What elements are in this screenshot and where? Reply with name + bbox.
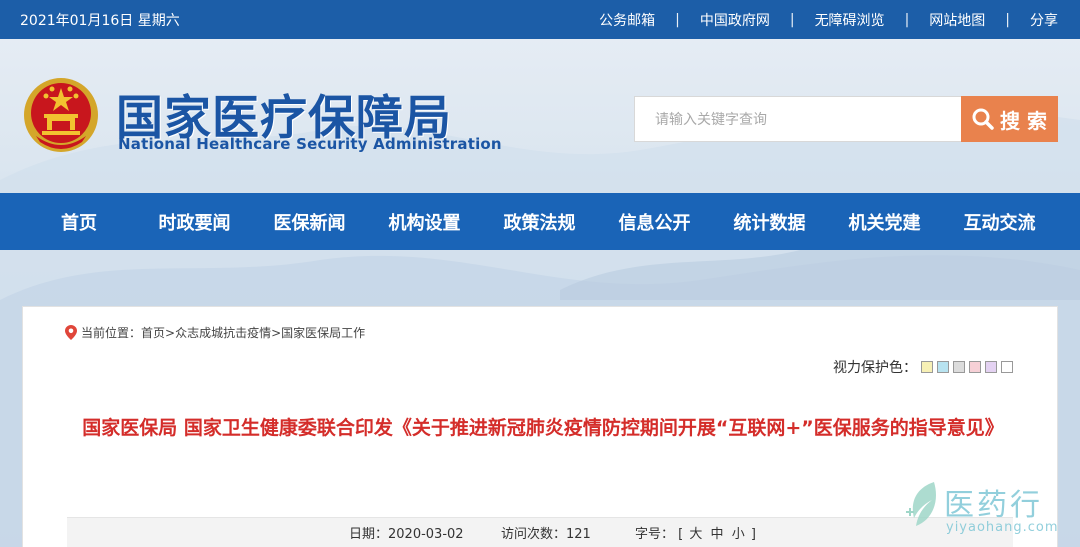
nav-politics[interactable]: 时政要闻 bbox=[137, 209, 252, 235]
current-date: 2021年01月16日 星期六 bbox=[20, 13, 180, 29]
swatch-white[interactable] bbox=[1001, 361, 1013, 373]
link-sitemap[interactable]: 网站地图 bbox=[929, 10, 985, 30]
bracket-close: ] bbox=[750, 527, 756, 542]
font-size-medium[interactable]: 中 bbox=[711, 527, 724, 542]
breadcrumb-home[interactable]: 首页 bbox=[141, 324, 165, 341]
watermark-cn: 医药行 bbox=[944, 488, 1043, 523]
visits-label: 访问次数： bbox=[501, 527, 567, 542]
watermark-en: yiyaohang.com bbox=[946, 520, 1059, 535]
meta-visits: 访问次数：121 bbox=[501, 523, 591, 542]
swatch-yellow[interactable] bbox=[921, 361, 933, 373]
meta-date: 日期：2020-03-02 bbox=[349, 523, 464, 542]
separator: | bbox=[789, 12, 795, 28]
watermark-leaf-icon bbox=[906, 480, 942, 534]
top-bar: 2021年01月16日 星期六 公务邮箱 | 中国政府网 | 无障碍浏览 | 网… bbox=[0, 0, 1080, 39]
breadcrumb-work[interactable]: 国家医保局工作 bbox=[281, 324, 365, 341]
breadcrumb: 当前位置： 首页 > 众志成城抗击疫情 > 国家医保局工作 bbox=[65, 324, 365, 341]
nav-home[interactable]: 首页 bbox=[22, 209, 137, 235]
nav-organization[interactable]: 机构设置 bbox=[367, 209, 482, 235]
separator: | bbox=[1005, 12, 1010, 28]
watermark: 医药行 yiyaohang.com bbox=[906, 478, 1066, 538]
nav-policy[interactable]: 政策法规 bbox=[482, 209, 597, 235]
breadcrumb-prefix: 当前位置： bbox=[81, 326, 142, 340]
nav-statistics[interactable]: 统计数据 bbox=[712, 209, 827, 235]
nav-disclosure[interactable]: 信息公开 bbox=[597, 209, 712, 235]
search-button[interactable]: 搜 索 bbox=[961, 96, 1058, 142]
article-card: 当前位置： 首页 > 众志成城抗击疫情 > 国家医保局工作 视力保护色： 国家医… bbox=[22, 306, 1058, 547]
font-size-large[interactable]: 大 bbox=[689, 527, 702, 542]
breadcrumb-separator: > bbox=[271, 325, 282, 340]
breadcrumb-covid[interactable]: 众志成城抗击疫情 bbox=[175, 324, 271, 341]
article-meta: 日期：2020-03-02 访问次数：121 字号： [ 大 中 小 ] bbox=[67, 517, 1013, 547]
swatch-purple[interactable] bbox=[985, 361, 997, 373]
swatch-pink[interactable] bbox=[969, 361, 981, 373]
article-title: 国家医保局 国家卫生健康委联合印发《关于推进新冠肺炎疫情防控期间开展“互联网+”… bbox=[82, 417, 1004, 439]
link-mail[interactable]: 公务邮箱 bbox=[599, 10, 655, 30]
swatch-blue[interactable] bbox=[937, 361, 949, 373]
vision-protection: 视力保护色： bbox=[833, 357, 1013, 377]
separator: | bbox=[904, 12, 910, 28]
swatch-gray[interactable] bbox=[953, 361, 965, 373]
link-share[interactable]: 分享 bbox=[1030, 10, 1058, 30]
date-label: 日期： bbox=[349, 527, 389, 542]
link-accessibility[interactable]: 无障碍浏览 bbox=[815, 10, 885, 30]
meta-font-size: 字号： [ 大 中 小 ] bbox=[635, 523, 756, 542]
font-size-label: 字号： bbox=[635, 527, 675, 542]
date-value: 2020-03-02 bbox=[388, 527, 464, 542]
visits-value: 121 bbox=[566, 527, 591, 542]
nav-news[interactable]: 医保新闻 bbox=[252, 209, 367, 235]
separator: | bbox=[675, 12, 680, 28]
font-size-small[interactable]: 小 bbox=[732, 527, 745, 542]
search-input[interactable]: 请输入关键字查询 bbox=[634, 96, 961, 142]
bracket-open: [ bbox=[678, 527, 684, 542]
breadcrumb-separator: > bbox=[165, 325, 176, 340]
search-bar: 请输入关键字查询 搜 索 bbox=[634, 96, 1058, 142]
link-gov[interactable]: 中国政府网 bbox=[700, 10, 770, 30]
site-header: 国家医疗保障局 National Healthcare Security Adm… bbox=[0, 39, 1080, 193]
site-title-en: National Healthcare Security Administrat… bbox=[118, 135, 502, 153]
search-button-label: 搜 索 bbox=[1000, 108, 1047, 133]
vision-label: 视力保护色： bbox=[833, 360, 917, 376]
national-emblem-icon[interactable] bbox=[22, 76, 100, 154]
search-icon bbox=[972, 108, 994, 130]
nav-interaction[interactable]: 互动交流 bbox=[942, 209, 1057, 235]
nav-party[interactable]: 机关党建 bbox=[827, 209, 942, 235]
location-pin-icon bbox=[65, 325, 77, 340]
top-links: 公务邮箱 | 中国政府网 | 无障碍浏览 | 网站地图 | 分享 bbox=[599, 10, 1058, 30]
main-nav: 首页 时政要闻 医保新闻 机构设置 政策法规 信息公开 统计数据 机关党建 互动… bbox=[0, 193, 1080, 250]
